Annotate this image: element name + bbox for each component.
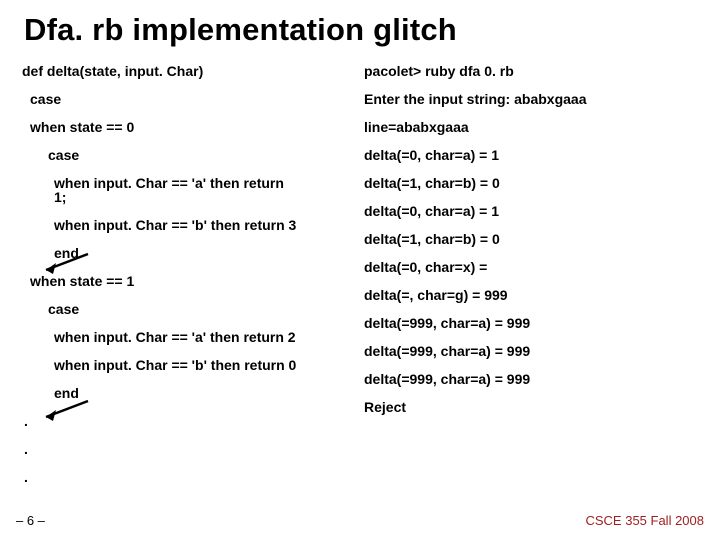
output-line: delta(=999, char=a) = 999 [364,316,698,330]
code-line: end [22,246,356,260]
code-line: when state == 1 [22,274,356,288]
code-line: when state == 0 [22,120,356,134]
output-line: delta(=, char=g) = 999 [364,288,698,302]
output-line: pacolet> ruby dfa 0. rb [364,64,698,78]
output-line: delta(=1, char=b) = 0 [364,232,698,246]
code-line: def delta(state, input. Char) [22,64,356,78]
code-line: when input. Char == 'a' then return 2 [22,330,356,344]
code-line: when input. Char == 'b' then return 3 [22,218,356,232]
code-line: case [22,92,356,106]
output-line: delta(=999, char=a) = 999 [364,372,698,386]
output-line: delta(=1, char=b) = 0 [364,176,698,190]
content-columns: def delta(state, input. Char) case when … [0,48,720,498]
output-line: Reject [364,400,698,414]
page-number: – 6 – [16,513,45,528]
code-line: . [22,414,356,428]
code-line: . [22,442,356,456]
code-line: end [22,386,356,400]
code-line: when input. Char == 'a' then return 1; [22,176,294,204]
output-line: delta(=0, char=a) = 1 [364,148,698,162]
code-line: . [22,470,356,484]
output-line: delta(=0, char=x) = [364,260,698,274]
course-footer: CSCE 355 Fall 2008 [585,513,704,528]
code-line: when input. Char == 'b' then return 0 [22,358,356,372]
output-line: line=ababxgaaa [364,120,698,134]
output-line: Enter the input string: ababxgaaa [364,92,698,106]
code-line: case [22,148,356,162]
left-column-code: def delta(state, input. Char) case when … [22,64,356,498]
right-column-output: pacolet> ruby dfa 0. rb Enter the input … [364,64,698,498]
slide-title: Dfa. rb implementation glitch [0,0,720,48]
code-line: case [22,302,356,316]
output-line: delta(=0, char=a) = 1 [364,204,698,218]
output-line: delta(=999, char=a) = 999 [364,344,698,358]
